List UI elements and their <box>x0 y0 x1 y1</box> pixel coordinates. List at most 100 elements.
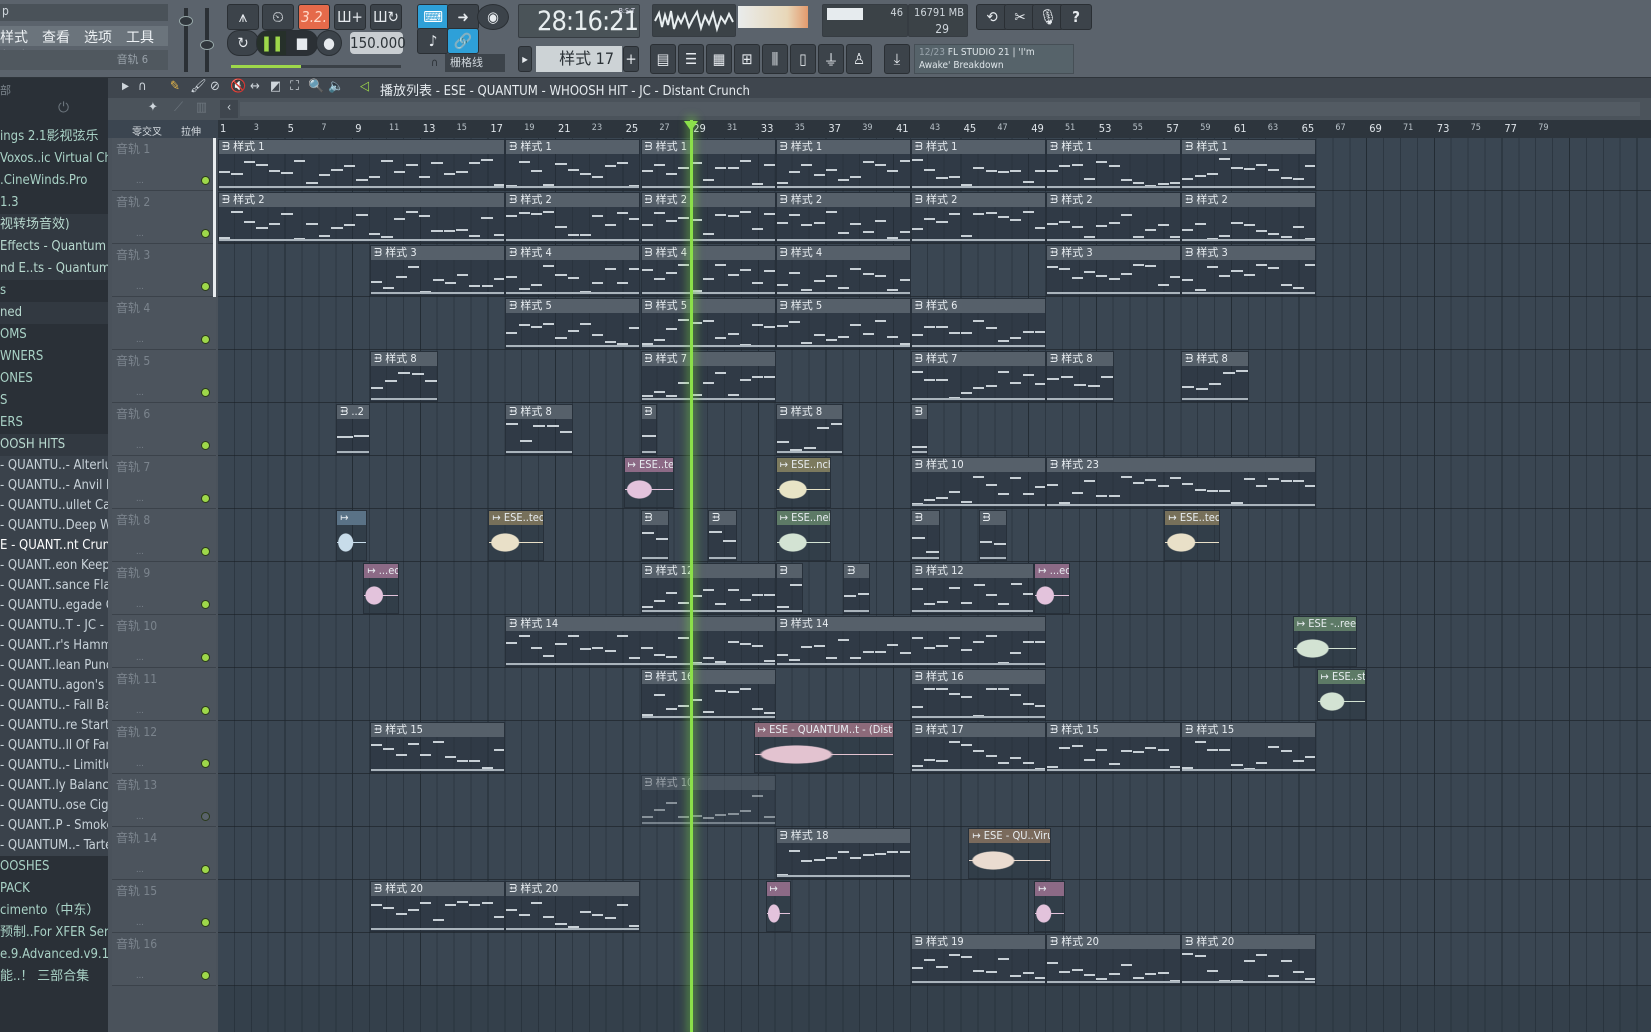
pattern-clip[interactable]: ᗲ 样式 2 <box>640 192 776 243</box>
plugin-database-button[interactable]: ⏚ <box>818 44 844 74</box>
pattern-clip[interactable]: ᗲ 样式 3 <box>1181 245 1317 296</box>
browser-item[interactable]: - QUANTU..ose Cigars <box>0 796 108 816</box>
download-button[interactable]: ⤓ <box>884 44 910 74</box>
pattern-clip[interactable]: ᗲ 样式 10 <box>640 775 776 826</box>
browser-item[interactable]: - QUANT..ly Balanced <box>0 776 108 796</box>
pattern-clip[interactable]: ᗲ 样式 18 <box>775 828 911 879</box>
browser-item[interactable]: - QUANTU..egade Cop <box>0 596 108 616</box>
browser-item[interactable]: - QUANTU..- Anvil Hit <box>0 476 108 496</box>
browser-folder[interactable]: nd E..ts - Quantum <box>0 258 108 280</box>
track-header[interactable]: 音轨 3... <box>112 244 216 297</box>
audio-clip[interactable]: ↦ ...ed) <box>1034 563 1070 614</box>
browser-item[interactable]: cimento（中东） <box>0 900 108 922</box>
timeline-ruler[interactable]: 1 3 5 7 9 11 13 15 17 19 21 23 25 27 29 31 33 35 37 39 41 43 4… <box>218 120 1651 138</box>
playlist-window-button[interactable]: ▤ <box>650 44 676 74</box>
browser-item[interactable]: ings 2.1影视弦乐 <box>0 126 108 148</box>
browser-item[interactable]: - QUANT..r's Hammer <box>0 636 108 656</box>
pattern-clip[interactable]: ᗲ <box>640 510 670 561</box>
playback-tool-icon[interactable]: 🔈 <box>328 79 344 94</box>
browser-item[interactable]: OOSHES <box>0 856 108 878</box>
audio-clip[interactable]: ↦ ESE..nel <box>775 510 832 561</box>
track-enable-led[interactable] <box>201 918 210 927</box>
loop-record-button[interactable]: Ш↻ <box>370 4 402 30</box>
playhead[interactable] <box>690 120 694 1032</box>
track-header[interactable]: 音轨 7... <box>112 456 216 509</box>
audio-clip[interactable]: ↦ ESE - QUANTUM..t - (Distant) <box>753 722 894 773</box>
audio-clip[interactable]: ↦ ESE..ted) <box>488 510 545 561</box>
track-enable-led[interactable] <box>201 812 210 821</box>
track-options-icon[interactable]: ... <box>136 176 144 186</box>
pattern-clip[interactable]: ᗲ 样式 5 <box>775 298 911 349</box>
help-button[interactable]: ? <box>1060 4 1092 30</box>
browser-item[interactable]: - QUANTU..Deep Web <box>0 516 108 536</box>
track-enable-led[interactable] <box>201 441 210 450</box>
track-options-icon[interactable]: ... <box>136 388 144 398</box>
pattern-clip[interactable]: ᗲ ..2 <box>336 404 371 455</box>
browser-item[interactable]: OMS <box>0 324 108 346</box>
browser-item[interactable]: WNERS <box>0 346 108 368</box>
browser-item[interactable]: ERS <box>0 412 108 434</box>
pattern-clip[interactable]: ᗲ 样式 2 <box>910 192 1047 243</box>
blend-notes-button[interactable]: ♪ <box>417 28 449 54</box>
pattern-clip[interactable]: ᗲ 样式 6 <box>910 298 1047 349</box>
pattern-clip[interactable]: ᗲ 样式 8 <box>1046 351 1114 402</box>
track-lane[interactable] <box>218 403 1651 456</box>
pattern-clip[interactable]: ᗲ 样式 1 <box>218 139 506 190</box>
browser-item[interactable]: - QUANTU..ullet Cape <box>0 496 108 516</box>
track-options-icon[interactable]: ... <box>136 547 144 557</box>
pattern-clip[interactable]: ᗲ 样式 20 <box>1046 934 1182 985</box>
track-enable-led[interactable] <box>201 176 210 185</box>
master-knob[interactable]: ◉ <box>477 4 509 30</box>
horizontal-scrollbar[interactable] <box>240 102 1640 116</box>
link-icon[interactable]: ⟋ <box>174 100 183 115</box>
track-header[interactable]: 音轨 9... <box>112 562 216 615</box>
browser-item[interactable]: - QUANTU..- Fall Back <box>0 696 108 716</box>
stop-button[interactable]: ■ <box>286 30 318 56</box>
track-lane[interactable] <box>218 827 1651 880</box>
audio-clip[interactable]: ↦ ESE..ter <box>623 457 675 508</box>
track-enable-led[interactable] <box>201 600 210 609</box>
track-options-icon[interactable]: ... <box>136 494 144 504</box>
track-header[interactable]: 音轨 1... <box>112 138 216 191</box>
stretch-label[interactable]: 拉伸 <box>181 123 201 138</box>
pattern-clip[interactable]: ᗲ 样式 8 <box>505 404 573 455</box>
pattern-clip[interactable]: ᗲ 样式 1 <box>640 139 776 190</box>
browser-item[interactable]: 能..！ 三部合集 <box>0 966 108 988</box>
browser-item[interactable]: PACK <box>0 878 108 900</box>
track-options-icon[interactable]: ... <box>136 600 144 610</box>
song-mode-toggle[interactable]: ↻ <box>227 30 259 56</box>
pattern-clip[interactable]: ᗲ 样式 10 <box>910 457 1047 508</box>
pattern-clip[interactable]: ᗲ 样式 8 <box>1181 351 1249 402</box>
track-enable-led[interactable] <box>201 971 210 980</box>
menu-pattern[interactable]: 样式 <box>0 30 28 46</box>
pattern-clip[interactable]: ᗲ 样式 16 <box>640 669 776 720</box>
pattern-clip[interactable]: ᗲ 样式 17 <box>910 722 1047 773</box>
select-tool-icon[interactable]: ⛶ <box>290 79 299 94</box>
track-header[interactable]: 音轨 6... <box>112 403 216 456</box>
pattern-clip[interactable]: ᗲ 样式 20 <box>505 881 641 932</box>
track-options-icon[interactable]: ... <box>136 759 144 769</box>
track-header[interactable]: 音轨 12... <box>112 721 216 774</box>
pattern-selector[interactable]: 样式 17 <box>536 46 622 72</box>
magnet-snap-icon[interactable]: ∩ <box>138 79 147 94</box>
pattern-clip[interactable]: ᗲ 样式 4 <box>775 245 911 296</box>
track-header[interactable]: 音轨 10... <box>112 615 216 668</box>
track-header[interactable]: 音轨 5... <box>112 350 216 403</box>
audio-clip[interactable]: ↦ ESE..ted) <box>1164 510 1221 561</box>
track-header[interactable]: 音轨 2... <box>112 191 216 244</box>
track-options-icon[interactable]: ... <box>136 441 144 451</box>
browser-item[interactable]: - QUANT..P - Smoked <box>0 816 108 836</box>
audio-clip[interactable]: ↦ <box>336 510 367 561</box>
pattern-clip[interactable]: ᗲ <box>978 510 1008 561</box>
pattern-clip[interactable]: ᗲ 样式 15 <box>1181 722 1317 773</box>
browser-item[interactable]: - QUANTU..- Alterlust <box>0 456 108 476</box>
add-pattern-button[interactable]: + <box>623 46 639 72</box>
pattern-clip[interactable]: ᗲ 样式 20 <box>370 881 506 932</box>
waveform-icon[interactable]: ✦ <box>148 100 158 115</box>
pattern-prev-button[interactable]: ▶ <box>518 46 532 72</box>
channel-rack-button[interactable]: ☰ <box>678 44 704 74</box>
browser-folder[interactable]: 视转场音效) <box>0 214 108 236</box>
track-header[interactable]: 音轨 13... <box>112 774 216 827</box>
browser-item[interactable]: Voxos..ic Virtual Choir <box>0 148 108 170</box>
track-options-icon[interactable]: ... <box>136 812 144 822</box>
